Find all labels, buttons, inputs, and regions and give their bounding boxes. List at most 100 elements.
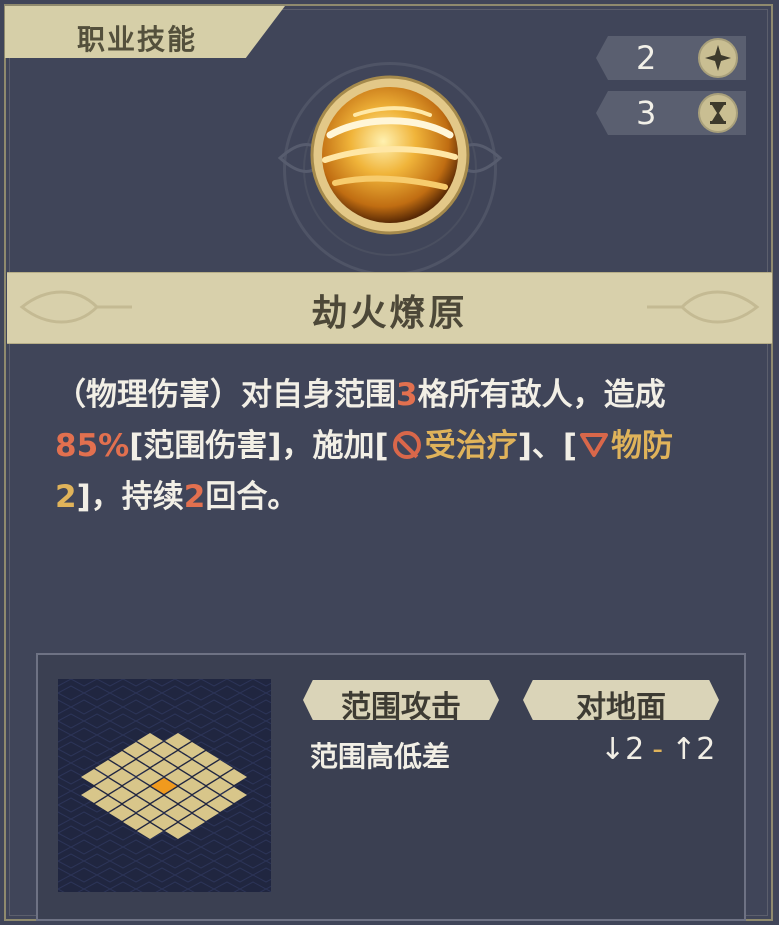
grid-bg-cell <box>95 727 125 743</box>
grid-bg-cell <box>121 699 151 715</box>
sparkle-icon <box>698 38 738 78</box>
fire-vortex-orb-icon <box>310 75 470 235</box>
grid-bg-cell <box>82 853 112 869</box>
grid-bg-cell <box>199 727 229 743</box>
grid-bg-cell <box>56 741 86 757</box>
cost-stat: 2 <box>596 36 746 80</box>
grid-bg-cell <box>251 839 281 855</box>
grid-bg-cell <box>43 867 73 883</box>
grid-bg-cell <box>225 699 255 715</box>
grid-bg-cell <box>108 881 138 897</box>
height-up-value: 2 <box>696 732 716 767</box>
grid-bg-cell <box>264 685 294 701</box>
grid-bg-cell <box>238 881 268 897</box>
grid-bg-cell <box>264 769 294 785</box>
grid-bg-cell <box>82 685 112 701</box>
grid-bg-cell <box>121 867 151 883</box>
grid-bg-cell <box>225 671 255 687</box>
desc-range-value: 3 <box>396 377 418 413</box>
grid-bg-cell <box>43 727 73 743</box>
grid-bg-cell <box>160 685 190 701</box>
desc-text: ]、[ <box>517 428 578 464</box>
grid-bg-cell <box>212 853 242 869</box>
grid-bg-cell <box>199 867 229 883</box>
grid-bg-cell <box>69 699 99 715</box>
grid-bg-cell <box>238 797 268 813</box>
grid-bg-cell <box>56 797 86 813</box>
desc-text: [范围伤害]，施加[ <box>129 428 389 464</box>
grid-bg-cell <box>82 881 112 897</box>
grid-bg-cell <box>69 755 99 771</box>
grid-bg-cell <box>134 685 164 701</box>
hourglass-icon <box>698 93 738 133</box>
grid-bg-cell <box>199 671 229 687</box>
grid-bg-cell <box>108 685 138 701</box>
cost-value: 2 <box>636 39 657 77</box>
grid-bg-cell <box>43 783 73 799</box>
skill-name: 劫火燎原 <box>311 293 468 334</box>
grid-bg-cell <box>121 671 151 687</box>
grid-bg-cell <box>147 839 177 855</box>
grid-bg-cell <box>186 685 216 701</box>
grid-bg-cell <box>238 685 268 701</box>
grid-bg-cell <box>160 853 190 869</box>
grid-bg-cell <box>43 699 73 715</box>
cooldown-value: 3 <box>636 94 657 132</box>
desc-damage-percent: 85% <box>55 428 130 464</box>
grid-bg-cell <box>43 839 73 855</box>
up-arrow-icon: ↑ <box>671 732 697 767</box>
grid-bg-cell <box>251 783 281 799</box>
grid-bg-cell <box>160 713 190 729</box>
tag-area-attack-label: 范围攻击 <box>341 690 461 725</box>
grid-bg-cell <box>134 713 164 729</box>
desc-text: （物理伤害）对自身范围 <box>55 377 396 413</box>
grid-bg-cell <box>199 839 229 855</box>
grid-bg-cell <box>134 853 164 869</box>
skill-name-banner: 劫火燎原 <box>7 272 772 344</box>
grid-bg-cell <box>173 699 203 715</box>
skill-category-tab[interactable]: 职业技能 <box>5 6 285 58</box>
grid-bg-cell <box>108 825 138 841</box>
grid-bg-cell <box>251 671 281 687</box>
grid-bg-cell <box>69 839 99 855</box>
grid-bg-cell <box>264 797 294 813</box>
grid-bg-cell <box>43 755 73 771</box>
grid-bg-cell <box>108 713 138 729</box>
height-diff-label: 范围高低差 <box>310 740 451 773</box>
grid-bg-cell <box>173 867 203 883</box>
range-grid-preview <box>43 671 294 897</box>
grid-bg-cell <box>238 825 268 841</box>
grid-bg-cell <box>56 825 86 841</box>
grid-bg-cell <box>199 699 229 715</box>
grid-bg-cell <box>173 839 203 855</box>
grid-bg-cell <box>225 811 255 827</box>
grid-bg-cell <box>251 811 281 827</box>
grid-bg-cell <box>238 741 268 757</box>
grid-bg-cell <box>251 755 281 771</box>
range-grid-svg <box>43 671 294 897</box>
grid-bg-cell <box>186 713 216 729</box>
grid-bg-cell <box>82 825 112 841</box>
tag-area-attack: 范围攻击 <box>303 680 499 720</box>
grid-bg-cell <box>95 867 125 883</box>
grid-bg-cell <box>225 867 255 883</box>
grid-bg-cell <box>212 881 242 897</box>
grid-bg-cell <box>186 853 216 869</box>
grid-bg-cell <box>95 839 125 855</box>
grid-bg-cell <box>69 671 99 687</box>
tag-ground-target: 对地面 <box>523 680 719 720</box>
grid-bg-cell <box>147 699 177 715</box>
grid-bg-cell <box>160 881 190 897</box>
grid-bg-cell <box>134 881 164 897</box>
debuff-heal-reduced[interactable]: 受治疗 <box>425 428 518 464</box>
grid-bg-cell <box>264 713 294 729</box>
tab-label: 职业技能 <box>77 23 198 56</box>
grid-bg-cell <box>251 867 281 883</box>
grid-bg-cell <box>121 839 151 855</box>
desc-duration-value: 2 <box>183 479 206 515</box>
grid-bg-cell <box>238 853 268 869</box>
grid-bg-cell <box>264 881 294 897</box>
grid-bg-cell <box>56 685 86 701</box>
down-arrow-icon: ↓ <box>600 732 626 767</box>
cooldown-stat: 3 <box>596 91 746 135</box>
